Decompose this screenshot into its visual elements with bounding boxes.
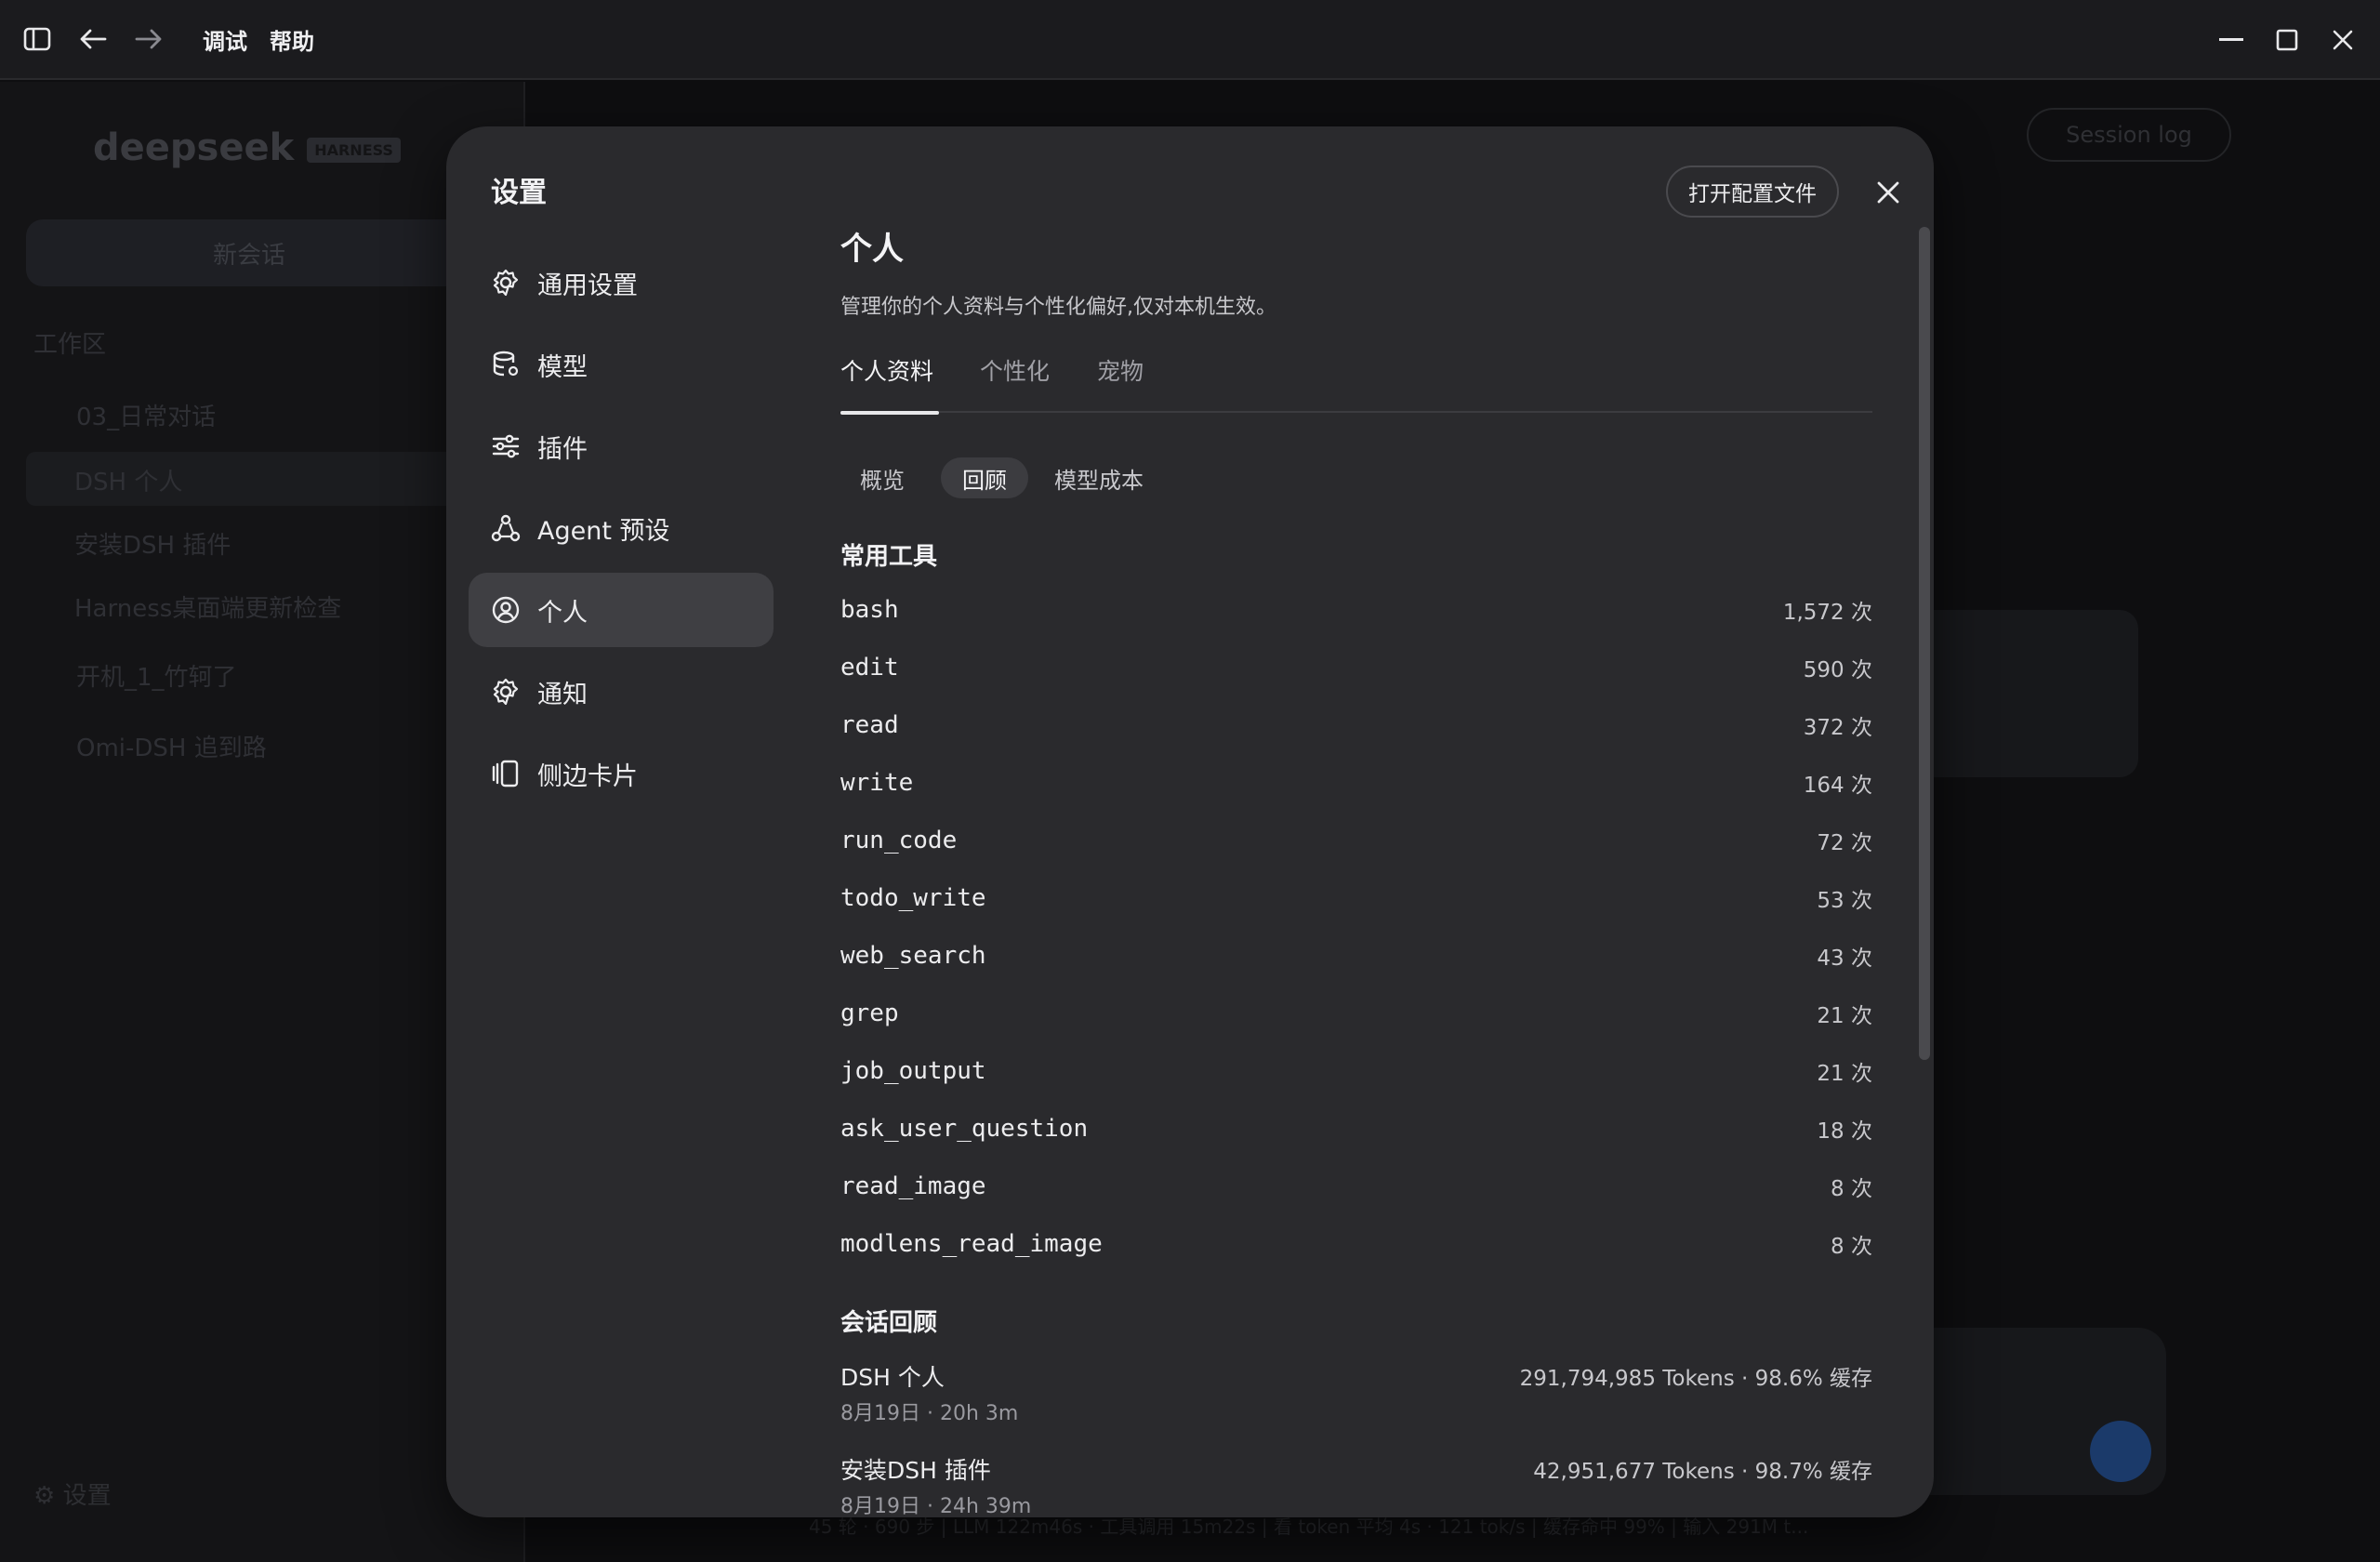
nav-model[interactable]: 模型 — [469, 327, 774, 402]
tab-personalization[interactable]: 个性化 — [980, 353, 1050, 411]
window-close-icon[interactable] — [2315, 12, 2371, 68]
settings-content: 个人 管理你的个人资料与个性化偏好,仅对本机生效。 个人资料 个性化 宠物 概览… — [840, 126, 1872, 1517]
nav-personal[interactable]: 个人 — [469, 573, 774, 647]
session-item: 安装DSH 插件 — [74, 532, 231, 560]
tool-row: read 372 次 — [840, 711, 1872, 740]
section-description: 管理你的个人资料与个性化偏好,仅对本机生效。 — [840, 296, 1276, 319]
tool-row: ask_user_question 18 次 — [840, 1115, 1872, 1144]
tool-row: run_code 72 次 — [840, 827, 1872, 855]
tool-row: write 164 次 — [840, 769, 1872, 798]
session-item: DSH 个人 — [74, 469, 183, 496]
user-circle-icon — [492, 596, 520, 624]
sessions-title: 会话回顾 — [840, 1309, 938, 1337]
send-button — [2090, 1421, 2151, 1482]
session-review-item[interactable]: 安装DSH 插件 42,951,677 Tokens · 98.7% 缓存 8月1… — [840, 1452, 1872, 1517]
back-arrow-icon[interactable] — [65, 11, 121, 67]
nav-notifications[interactable]: 通知 — [469, 655, 774, 729]
minimize-icon[interactable] — [2203, 12, 2259, 68]
agent-icon — [491, 514, 521, 542]
settings-nav: 设置 通用设置 模型 插件 Agent 预设 个人 通知 侧边卡片 — [446, 126, 781, 1517]
menu-help[interactable]: 帮助 — [270, 23, 314, 56]
maximize-icon[interactable] — [2259, 12, 2315, 68]
workspace-label: 工作区 — [33, 331, 107, 359]
tool-row: grep 21 次 — [840, 999, 1872, 1028]
tab-bar: 个人资料 个性化 宠物 — [840, 353, 1872, 413]
session-review-item[interactable]: DSH 个人 291,794,985 Tokens · 98.6% 缓存 8月19… — [840, 1359, 1872, 1426]
deepseek-logo: deepseek HARNESS — [93, 126, 401, 169]
settings-modal: 设置 通用设置 模型 插件 Agent 预设 个人 通知 侧边卡片 打开配置文件… — [446, 126, 1934, 1517]
active-tab-indicator — [840, 411, 939, 415]
sliders-icon — [492, 434, 520, 458]
cards-icon — [492, 760, 519, 788]
settings-title: 设置 — [491, 177, 547, 209]
segment-overview[interactable]: 概览 — [840, 457, 924, 498]
forward-arrow-icon[interactable] — [121, 11, 177, 67]
tool-row: modlens_read_image 8 次 — [840, 1230, 1872, 1259]
background-settings: ⚙ 设置 — [33, 1482, 112, 1510]
folder-item: 03_日常对话 — [76, 404, 217, 431]
title-bar: 调试 帮助 — [0, 0, 2380, 80]
menu-debug[interactable]: 调试 — [203, 23, 247, 56]
nav-side-cards[interactable]: 侧边卡片 — [469, 736, 774, 811]
session-item: Harness桌面端更新检查 — [74, 595, 342, 623]
nav-general-settings[interactable]: 通用设置 — [469, 245, 774, 320]
scrollbar[interactable] — [1919, 227, 1930, 1060]
segment-review[interactable]: 回顾 — [941, 457, 1028, 498]
gear-icon — [493, 269, 519, 297]
session-log-button: Session log — [2027, 108, 2231, 162]
folder-item: 开机_1_竹轲了 — [76, 664, 237, 692]
tool-row: read_image 8 次 — [840, 1172, 1872, 1201]
tools-title: 常用工具 — [840, 543, 938, 571]
tool-row: edit 590 次 — [840, 654, 1872, 682]
tool-row: job_output 21 次 — [840, 1057, 1872, 1086]
section-title: 个人 — [840, 231, 904, 268]
tab-pet[interactable]: 宠物 — [1097, 353, 1144, 411]
nav-agent-presets[interactable]: Agent 预设 — [469, 491, 774, 565]
tool-row: web_search 43 次 — [840, 942, 1872, 971]
tool-row: todo_write 53 次 — [840, 884, 1872, 913]
database-icon — [493, 351, 519, 377]
tab-profile[interactable]: 个人资料 — [840, 353, 933, 411]
gear-icon — [493, 678, 519, 706]
folder-item: Omi-DSH 追到路 — [76, 735, 267, 762]
nav-plugins[interactable]: 插件 — [469, 409, 774, 483]
sidebar-toggle-icon[interactable] — [9, 11, 65, 67]
tool-row: bash 1,572 次 — [840, 596, 1872, 625]
segment-model-cost[interactable]: 模型成本 — [1038, 457, 1160, 498]
new-chat-button: 新会话 — [26, 219, 472, 286]
